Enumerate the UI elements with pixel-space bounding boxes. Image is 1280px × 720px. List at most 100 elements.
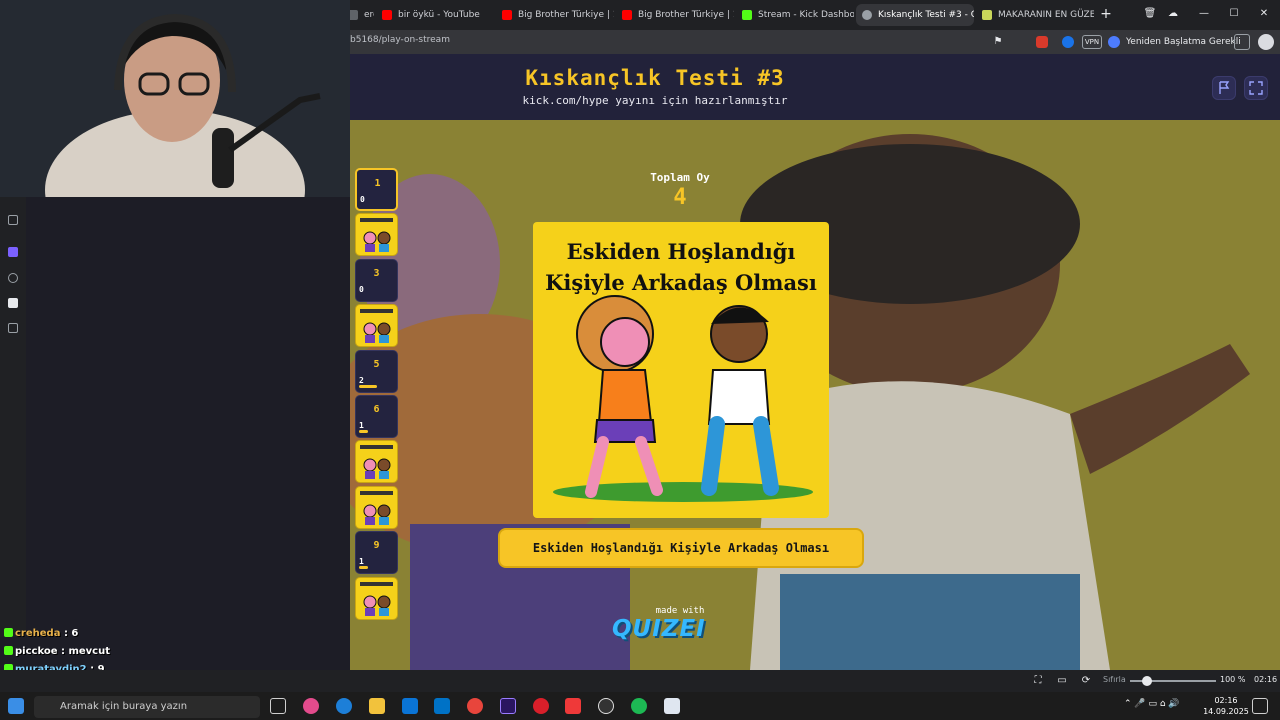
browser-tab[interactable]: MAKARANIN EN GÜZEL HA xyxy=(976,4,1094,26)
made-with-label: made with xyxy=(655,606,705,616)
browser-tab[interactable]: bir öykü - YouTube xyxy=(376,4,494,26)
quiz-title: Kıskançlık Testi #3 xyxy=(525,66,785,90)
browser-tab[interactable]: Stream - Kick Dashboard xyxy=(736,4,854,26)
total-votes-value: 4 xyxy=(673,185,687,210)
bookmark-icon[interactable]: ⚑ xyxy=(990,34,1006,50)
youtube-icon xyxy=(622,10,632,20)
spotify-icon[interactable] xyxy=(631,698,647,714)
store-icon[interactable] xyxy=(402,698,418,714)
question-item[interactable] xyxy=(355,440,398,484)
start-button[interactable] xyxy=(8,698,24,714)
question-thumbnail xyxy=(360,309,393,344)
opera-icon[interactable] xyxy=(533,698,549,714)
browser-tab[interactable]: Big Brother Türkiye | 122. B xyxy=(496,4,614,26)
kick-icon xyxy=(742,10,752,20)
chat-username: picckoe xyxy=(15,646,58,657)
wikipedia-icon[interactable] xyxy=(8,298,18,308)
outlook-icon[interactable] xyxy=(434,698,450,714)
tiling-icon[interactable]: ▭ xyxy=(1054,673,1070,689)
question-item[interactable]: 61 xyxy=(355,395,398,438)
chat-text: : 6 xyxy=(63,628,79,639)
browser-tab[interactable]: Big Brother Türkiye | 123. B xyxy=(616,4,734,26)
total-votes-label: Toplam Oy xyxy=(650,171,710,184)
zoom-reset-label[interactable]: Sıfırla xyxy=(1103,675,1126,684)
new-tab-button[interactable]: + xyxy=(1098,6,1114,22)
extension-icon[interactable] xyxy=(1036,36,1048,48)
question-number: 3 xyxy=(373,267,380,279)
apps-icon[interactable] xyxy=(1234,34,1250,50)
youtube-icon xyxy=(502,10,512,20)
edge-icon[interactable] xyxy=(336,698,352,714)
question-vote-count: 0 xyxy=(360,195,365,204)
restart-required-button[interactable]: Yeniden Başlatma Gerekli xyxy=(1108,34,1241,50)
question-item[interactable] xyxy=(355,213,398,257)
question-item[interactable] xyxy=(355,485,398,529)
minimize-button[interactable]: — xyxy=(1196,6,1212,22)
question-number: 5 xyxy=(373,358,380,370)
vivaldi-icon[interactable] xyxy=(565,698,581,714)
question-thumbnail xyxy=(360,490,393,525)
report-flag-button[interactable] xyxy=(1212,76,1236,100)
add-panel-icon[interactable] xyxy=(8,323,18,333)
taskbar-search-input[interactable]: Aramak için buraya yazın xyxy=(34,696,260,718)
question-item[interactable] xyxy=(355,304,398,348)
url-field[interactable]: b5168/play-on-stream xyxy=(350,35,450,45)
fullscreen-button[interactable] xyxy=(1244,76,1268,100)
screenshot-icon[interactable]: ⛶ xyxy=(1030,673,1046,689)
question-thumbnail xyxy=(360,581,393,616)
globe-icon[interactable] xyxy=(8,273,18,283)
question-item[interactable]: 91 xyxy=(355,531,398,575)
question-item[interactable]: 10 xyxy=(355,168,398,211)
question-vote-bar xyxy=(359,384,377,388)
extension-icon[interactable] xyxy=(1062,36,1074,48)
zoom-slider[interactable] xyxy=(1130,676,1216,686)
question-list: 102304♕5261789110 xyxy=(350,168,410,628)
premiere-icon[interactable] xyxy=(500,698,516,714)
quiz-subtitle: kick.com/hype yayını için hazırlanmıştır xyxy=(522,94,788,107)
file-explorer-icon[interactable] xyxy=(369,698,385,714)
notification-icon[interactable] xyxy=(1252,698,1268,714)
question-item[interactable] xyxy=(355,576,398,620)
chat-message: picckoe : mevcut xyxy=(4,644,110,660)
question-card: Eskiden Hoşlandığı Kişiyle Arkadaş Olmas… xyxy=(533,222,829,518)
chat-text: : mevcut xyxy=(60,646,110,657)
question-vote-count: 0 xyxy=(359,284,364,294)
notepad-icon[interactable] xyxy=(664,698,680,714)
close-button[interactable]: ✕ xyxy=(1256,6,1272,22)
profile-avatar[interactable] xyxy=(1258,34,1274,50)
mastodon-icon[interactable] xyxy=(8,247,18,257)
question-vote-count: 1 xyxy=(359,557,364,567)
page-actions-icon[interactable]: ⟳ xyxy=(1078,673,1094,689)
clock-date: 14.09.2025 xyxy=(1203,707,1249,716)
vpn-button[interactable]: VPN xyxy=(1082,35,1102,49)
fullscreen-icon xyxy=(1249,81,1263,95)
question-item[interactable]: 52 xyxy=(355,349,398,393)
question-vote-bar xyxy=(359,566,368,570)
notes-icon[interactable] xyxy=(8,215,18,225)
question-item[interactable]: 30 xyxy=(355,258,398,302)
kick-badge-icon xyxy=(4,628,13,637)
chrome-icon[interactable] xyxy=(467,698,483,714)
cloud-icon[interactable]: ☁ xyxy=(1165,6,1181,22)
system-tray[interactable]: ⌃ 🎤 ▭ ⌂ 🔊 xyxy=(1124,699,1180,709)
flag-icon xyxy=(1219,81,1230,94)
question-number: 9 xyxy=(373,540,380,552)
question-thumbnail xyxy=(360,218,393,253)
obs-icon[interactable] xyxy=(598,698,614,714)
maximize-button[interactable]: ☐ xyxy=(1226,6,1242,22)
browser-tab-active[interactable]: Kıskançlık Testi #3 - Quizei xyxy=(856,4,974,26)
question-thumbnail xyxy=(360,445,393,480)
chat-username: creheda xyxy=(15,628,61,639)
browser-sidebar xyxy=(0,197,26,637)
copilot-icon[interactable] xyxy=(303,698,319,714)
answer-button[interactable]: Eskiden Hoşlandığı Kişiyle Arkadaş Olmas… xyxy=(498,528,864,568)
taskbar-clock[interactable]: 02:16 14.09.2025 xyxy=(1200,695,1252,717)
trash-icon[interactable]: 🗑 xyxy=(1142,6,1158,22)
zoom-slider-handle[interactable] xyxy=(1142,676,1153,686)
question-vote-count: 2 xyxy=(359,375,364,385)
task-view-icon[interactable] xyxy=(270,698,286,714)
youtube-icon xyxy=(382,10,392,20)
quiz-page: Kıskançlık Testi #3 kick.com/hype yayını… xyxy=(350,54,1280,670)
webcam-feed xyxy=(0,0,350,197)
quizei-logo[interactable]: QUIZEI xyxy=(612,616,705,642)
